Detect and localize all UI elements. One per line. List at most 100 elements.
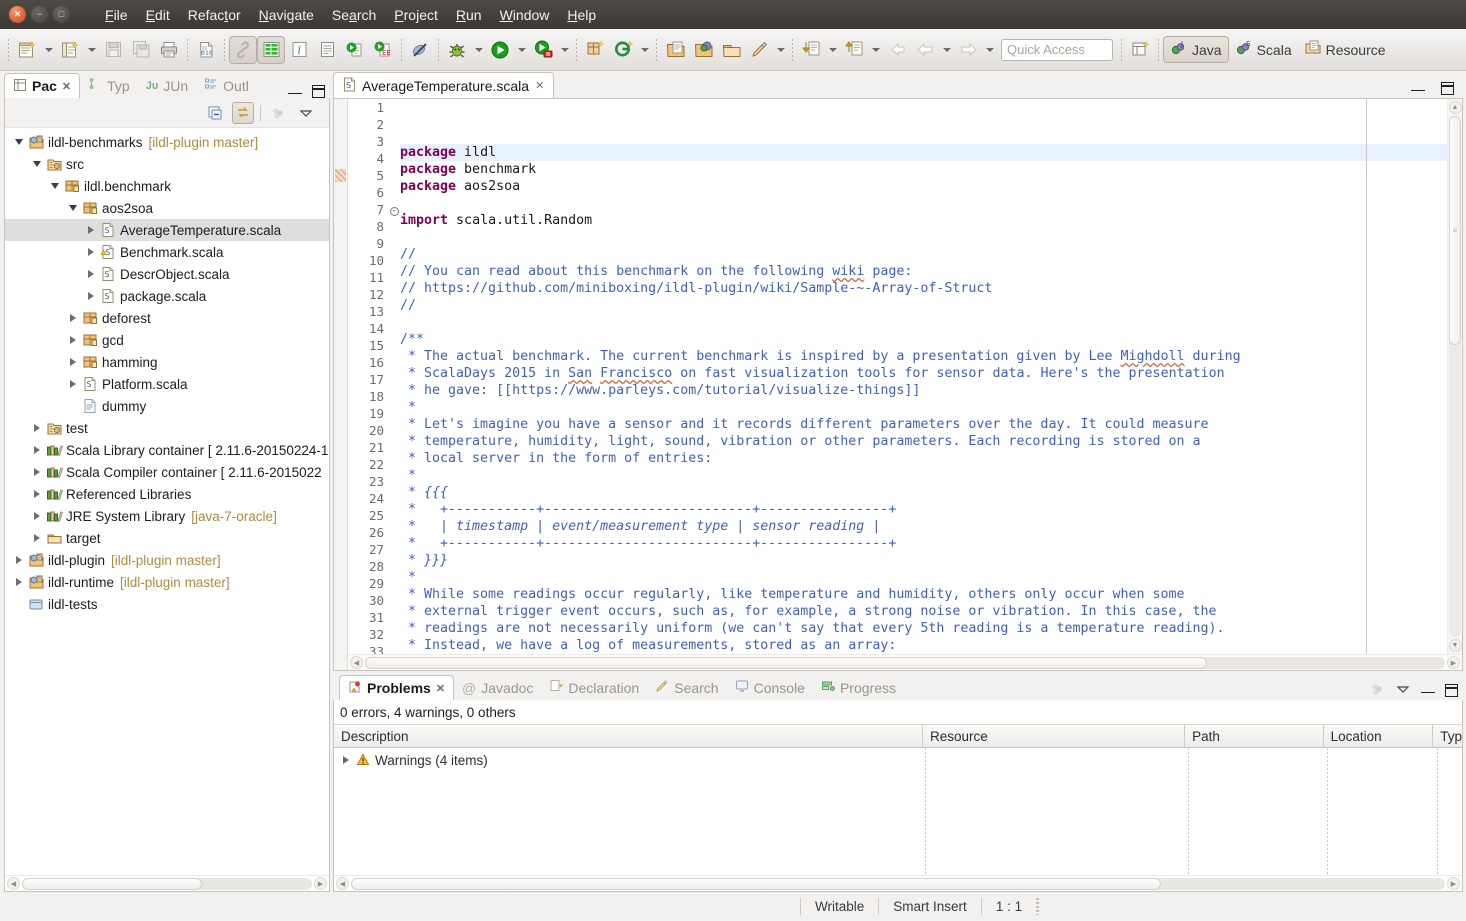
external-tools-icon[interactable] bbox=[529, 36, 557, 64]
source-code[interactable]: package ildl package benchmark package aos… bbox=[400, 99, 1447, 654]
next-edit-dropdown[interactable] bbox=[982, 36, 997, 64]
scroll-down-icon[interactable]: ▼ bbox=[1448, 639, 1462, 652]
tree-twisty[interactable] bbox=[65, 380, 81, 388]
quick-access-input[interactable]: Quick Access bbox=[1001, 38, 1113, 61]
column-header-location[interactable]: Location bbox=[1324, 725, 1434, 747]
code-line[interactable]: * +-----------+-------------------------… bbox=[400, 535, 1447, 552]
tree-item-referenced-libraries[interactable]: Referenced Libraries bbox=[5, 483, 329, 505]
code-line[interactable]: // You can read about this benchmark on … bbox=[400, 263, 1447, 280]
perspective-resource[interactable]: Resource bbox=[1298, 37, 1392, 62]
scrollbar-track[interactable] bbox=[22, 877, 312, 890]
tree-item-ildl-plugin[interactable]: Sildl-plugin [ildl-plugin master] bbox=[5, 549, 329, 571]
editor-tab-averagetemperature[interactable]: S AverageTemperature.scala ✕ bbox=[333, 72, 555, 98]
external-tools-dropdown[interactable] bbox=[557, 36, 572, 64]
view-menu-icon[interactable] bbox=[295, 102, 317, 124]
info-icon[interactable]: i bbox=[285, 36, 313, 64]
tree-twisty[interactable] bbox=[11, 139, 27, 145]
tree-item-src[interactable]: src bbox=[5, 153, 329, 175]
new-package-dropdown[interactable] bbox=[637, 36, 652, 64]
code-line[interactable]: * +-----------+-------------------------… bbox=[400, 501, 1447, 518]
code-line[interactable]: * {{{ bbox=[400, 484, 1447, 501]
view-filters-icon[interactable] bbox=[267, 102, 289, 124]
tree-item-hamming[interactable]: hamming bbox=[5, 351, 329, 373]
open-resource-icon[interactable] bbox=[717, 36, 745, 64]
collapse-all-icon[interactable] bbox=[204, 102, 226, 124]
forward-dropdown[interactable] bbox=[939, 36, 954, 64]
scrollbar-track[interactable] bbox=[365, 656, 1445, 669]
code-line[interactable]: /** bbox=[400, 331, 1447, 348]
tree-item-package-scala[interactable]: Spackage.scala bbox=[5, 285, 329, 307]
code-line[interactable]: * bbox=[400, 569, 1447, 586]
editor-marker-bar[interactable] bbox=[334, 99, 348, 670]
debug-dropdown[interactable] bbox=[471, 36, 486, 64]
tree-twisty[interactable] bbox=[29, 534, 45, 542]
tree-item-benchmark-scala[interactable]: S Benchmark.scala bbox=[5, 241, 329, 263]
scroll-right-icon[interactable]: ▶ bbox=[314, 877, 327, 890]
search-dropdown[interactable] bbox=[773, 36, 788, 64]
scroll-left-icon[interactable]: ◀ bbox=[7, 877, 20, 890]
tree-item-aos2soa[interactable]: aos2soa bbox=[5, 197, 329, 219]
tree-item-descrobject-scala[interactable]: S DescrObject.scala bbox=[5, 263, 329, 285]
scroll-right-icon[interactable]: ▶ bbox=[1447, 656, 1460, 669]
code-line[interactable]: * bbox=[400, 399, 1447, 416]
next-annotation-icon[interactable] bbox=[797, 36, 825, 64]
tree-item-ildl-benchmark[interactable]: ildl.benchmark bbox=[5, 175, 329, 197]
tab-junit[interactable]: Jᴜ JUn bbox=[138, 73, 196, 98]
code-line[interactable] bbox=[400, 314, 1447, 331]
binary-file-icon[interactable]: 010 bbox=[192, 36, 220, 64]
menu-search[interactable]: Search bbox=[323, 5, 385, 25]
code-editor[interactable]: 1 2 3 4 5 6 7 8 9 10 11 12 13 14 15 16 17 18 19 20 21 22 23 24 2… bbox=[333, 98, 1463, 671]
tree-twisty[interactable] bbox=[83, 226, 99, 234]
new-package-icon[interactable] bbox=[609, 36, 637, 64]
code-line[interactable]: * he gave: [[https://www.parleys.com/tut… bbox=[400, 382, 1447, 399]
code-line[interactable]: package aos2soa bbox=[400, 178, 1447, 195]
tab-search[interactable]: Search bbox=[647, 675, 726, 700]
menu-run[interactable]: Run bbox=[447, 5, 491, 25]
tab-outline[interactable]: Outl bbox=[196, 73, 257, 98]
scrollbar-thumb[interactable] bbox=[22, 877, 202, 890]
tree-twisty[interactable] bbox=[83, 270, 99, 278]
tree-twisty[interactable] bbox=[83, 292, 99, 300]
menu-edit[interactable]: Edit bbox=[137, 5, 179, 25]
tree-twisty[interactable] bbox=[47, 183, 63, 189]
tab-progress[interactable]: Progress bbox=[813, 675, 904, 700]
code-line[interactable]: // bbox=[400, 297, 1447, 314]
scrollbar-thumb[interactable] bbox=[365, 656, 1208, 669]
view-menu-icon[interactable] bbox=[1395, 681, 1411, 700]
run-junit-icon[interactable]: EE bbox=[369, 36, 397, 64]
tab-type-hierarchy[interactable]: Typ bbox=[80, 73, 138, 98]
perspective-scala[interactable]: S Scala bbox=[1229, 37, 1298, 62]
menu-window[interactable]: Window bbox=[491, 5, 559, 25]
tree-twisty[interactable] bbox=[65, 336, 81, 344]
close-icon[interactable]: ✕ bbox=[436, 682, 445, 695]
code-line[interactable]: * temperature, humidity, light, sound, v… bbox=[400, 433, 1447, 450]
code-line[interactable]: * external trigger event occurs, such as… bbox=[400, 603, 1447, 620]
minimize-icon[interactable] bbox=[288, 89, 302, 94]
status-resize-grip[interactable] bbox=[1036, 898, 1040, 915]
row-twisty[interactable] bbox=[338, 756, 354, 764]
tree-item-jre-system-library[interactable]: JRE System Library [java-7-oracle] bbox=[5, 505, 329, 527]
code-line[interactable]: package ildl bbox=[400, 144, 1447, 161]
tree-item-platform-scala[interactable]: S Platform.scala bbox=[5, 373, 329, 395]
menu-file[interactable]: File bbox=[96, 5, 137, 25]
editor-horizontal-scrollbar[interactable]: ◀ ▶ bbox=[348, 654, 1462, 670]
close-icon[interactable]: ✕ bbox=[535, 79, 544, 92]
minimize-icon[interactable] bbox=[1421, 688, 1435, 693]
close-icon[interactable]: ✕ bbox=[62, 80, 71, 93]
problems-horizontal-scrollbar[interactable]: ◀ ▶ bbox=[334, 875, 1462, 891]
tree-item-test[interactable]: test bbox=[5, 417, 329, 439]
minimize-icon[interactable] bbox=[1411, 86, 1425, 91]
run-icon[interactable] bbox=[486, 36, 514, 64]
column-header-type[interactable]: Typ bbox=[1433, 725, 1462, 747]
fold-marker[interactable]: - bbox=[388, 201, 400, 218]
project-tree[interactable]: Sildl-benchmarks [ildl-plugin master] src i… bbox=[5, 128, 329, 875]
tree-twisty[interactable] bbox=[29, 512, 45, 520]
scroll-left-icon[interactable]: ◀ bbox=[350, 656, 363, 669]
tree-item-scala-compiler-container-2-11-6-2015022[interactable]: Scala Compiler container [ 2.11.6-201502… bbox=[5, 461, 329, 483]
table-row[interactable]: Warnings (4 items) bbox=[334, 748, 1462, 772]
tree-twisty[interactable] bbox=[29, 446, 45, 454]
window-maximize-button[interactable]: □ bbox=[53, 6, 70, 23]
tab-console[interactable]: Console bbox=[727, 675, 813, 700]
scrollbar-track[interactable]: ≡ bbox=[1449, 116, 1461, 637]
previous-annotation-dropdown[interactable] bbox=[868, 36, 883, 64]
